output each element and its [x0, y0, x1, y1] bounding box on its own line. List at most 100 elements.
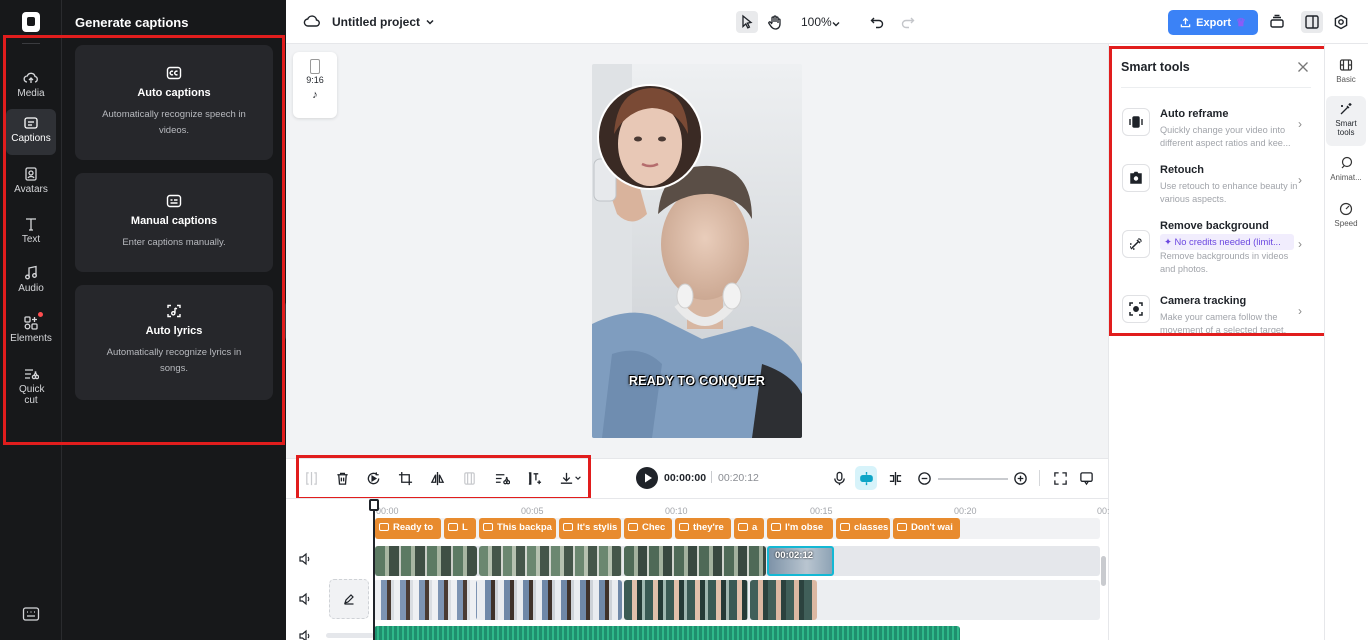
undo-button[interactable]	[866, 11, 888, 33]
tab-label: Animat...	[1330, 173, 1362, 182]
speaker-icon	[299, 552, 310, 566]
edit-cover-button[interactable]	[329, 579, 369, 619]
speed-icon	[1339, 202, 1353, 216]
caption-clip-text: classes	[854, 522, 889, 533]
redo-icon	[901, 17, 915, 29]
caption-clip[interactable]: a	[734, 518, 764, 539]
zoom-out-button[interactable]	[913, 466, 935, 490]
divider	[286, 498, 1108, 499]
ruler-tick: 00:	[1097, 506, 1110, 516]
playhead[interactable]	[373, 500, 375, 640]
caption-clip[interactable]: they're	[675, 518, 731, 539]
record-voice-button[interactable]	[828, 466, 850, 490]
chevron-down-icon	[832, 22, 840, 27]
playhead-handle[interactable]	[369, 499, 379, 511]
selected-video-clip[interactable]: 00:02:12	[767, 546, 834, 576]
video-clip[interactable]	[375, 546, 477, 576]
ruler-tick: 00:15	[810, 506, 833, 516]
zoom-dropdown[interactable]	[831, 16, 841, 27]
panel-title: Generate captions	[75, 15, 189, 30]
mute-track-button[interactable]	[298, 629, 312, 640]
layout-toggle-button[interactable]	[1301, 11, 1323, 33]
microphone-icon	[833, 471, 845, 485]
settings-button[interactable]	[1330, 11, 1352, 33]
fullscreen-icon	[1053, 471, 1067, 485]
export-button[interactable]: Export ♛	[1168, 10, 1258, 35]
hand-icon	[768, 15, 781, 30]
caption-clip[interactable]: L	[444, 518, 476, 539]
mute-track-button[interactable]	[298, 552, 312, 566]
layers-icon	[1270, 14, 1284, 28]
zoom-slider[interactable]	[938, 478, 1008, 480]
speaker-icon	[299, 592, 310, 606]
redo-button[interactable]	[897, 11, 919, 33]
caption-clip-text: Chec	[642, 522, 666, 533]
vertical-scrollbar[interactable]	[1101, 556, 1106, 586]
caption-clip[interactable]: classes	[836, 518, 890, 539]
caption-clip[interactable]: This backpa	[479, 518, 556, 539]
project-name[interactable]: Untitled project	[332, 15, 420, 29]
caption-clip-text: L	[462, 522, 468, 533]
storage-button[interactable]	[1266, 11, 1288, 33]
caption-clip-text: they're	[693, 522, 724, 533]
divider	[711, 471, 712, 483]
tab-animation[interactable]: Animat...	[1326, 156, 1366, 190]
video-clip[interactable]	[750, 580, 817, 620]
cloud-icon	[303, 15, 320, 27]
hand-tool-button[interactable]	[764, 11, 786, 33]
caption-clip[interactable]: I'm obse	[767, 518, 833, 539]
app-logo	[22, 12, 40, 32]
video-clip[interactable]	[479, 546, 622, 576]
video-clip[interactable]	[479, 580, 622, 620]
video-caption-text: READY TO CONQUER	[628, 374, 766, 388]
tab-label: Speed	[1334, 219, 1358, 228]
smart-tools-icon	[1340, 103, 1352, 115]
tab-speed[interactable]: Speed	[1326, 202, 1366, 236]
caption-clip[interactable]: Ready to	[375, 518, 441, 539]
horizontal-scrollbar[interactable]	[326, 633, 374, 638]
clip-duration: 00:02:12	[775, 550, 814, 561]
highlight-box	[3, 35, 285, 445]
pencil-icon	[344, 594, 354, 605]
zoom-in-button[interactable]	[1009, 466, 1031, 490]
video-clip[interactable]	[624, 546, 766, 576]
aspect-ratio-card[interactable]: 9:16 ♪	[293, 52, 337, 118]
ruler-tick: 00:00	[376, 506, 399, 516]
select-tool-button[interactable]	[736, 11, 758, 33]
caption-clip[interactable]: It's stylis	[559, 518, 621, 539]
keyboard-shortcuts-button[interactable]	[22, 606, 40, 622]
video-clip[interactable]	[375, 580, 477, 620]
feedback-button[interactable]	[1075, 466, 1097, 490]
mute-track-button[interactable]	[298, 592, 312, 606]
tab-label: Smart tools	[1335, 119, 1357, 137]
split-screen-button[interactable]	[884, 466, 906, 490]
chevron-down-icon	[426, 19, 434, 25]
play-icon	[645, 473, 652, 483]
video-clip[interactable]	[624, 580, 748, 620]
gear-icon	[1334, 14, 1348, 30]
pointer-icon	[742, 14, 753, 29]
comment-icon	[1079, 471, 1093, 485]
basic-icon	[1339, 59, 1353, 71]
caption-clip[interactable]: Chec	[624, 518, 672, 539]
speaker-icon	[299, 629, 310, 640]
fullscreen-button[interactable]	[1049, 466, 1071, 490]
animation-icon	[1341, 156, 1353, 169]
caption-clip-text: This backpa	[497, 522, 552, 533]
tab-basic[interactable]: Basic	[1326, 56, 1366, 90]
play-button[interactable]	[636, 467, 658, 489]
keyboard-icon	[22, 607, 40, 621]
magnet-snap-button[interactable]	[855, 466, 877, 490]
project-menu-button[interactable]	[424, 15, 436, 27]
ratio-label: 9:16	[306, 75, 324, 85]
caption-clip[interactable]: Don't wai	[893, 518, 960, 539]
caption-clip-text: I'm obse	[785, 522, 824, 533]
zoom-level[interactable]: 100%	[801, 15, 832, 29]
phone-icon	[310, 59, 320, 74]
tab-smart-tools[interactable]: Smart tools	[1326, 96, 1366, 146]
cloud-save-button[interactable]	[303, 13, 321, 29]
tiktok-icon: ♪	[312, 89, 318, 101]
ruler-tick: 00:05	[521, 506, 544, 516]
panel-layout-icon	[1305, 15, 1319, 29]
audio-clip[interactable]	[374, 626, 960, 640]
